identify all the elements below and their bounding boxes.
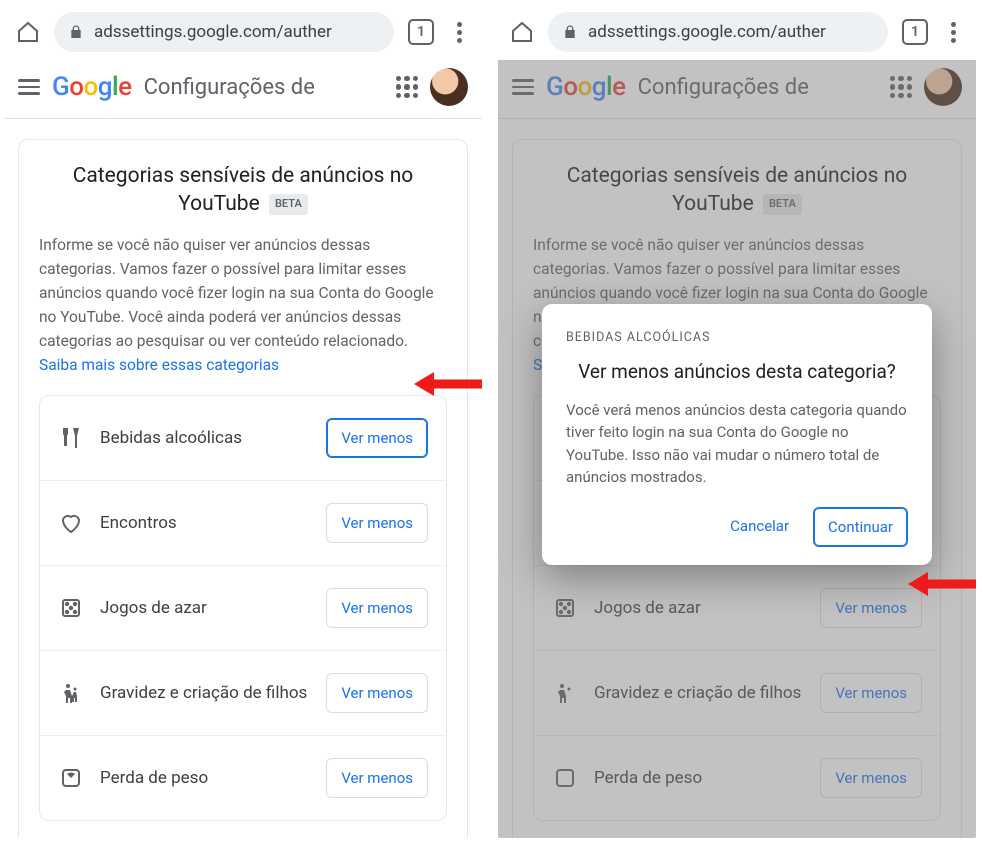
dialog-eyebrow: BEBIDAS ALCOÓLICAS bbox=[566, 330, 908, 345]
appbar: Google Configurações de bbox=[498, 60, 976, 119]
category-label: Jogos de azar bbox=[594, 597, 804, 619]
browser-topbar: adssettings.google.com/auther 1 bbox=[498, 4, 976, 60]
browser-topbar: adssettings.google.com/auther 1 bbox=[4, 4, 482, 60]
menu-icon[interactable] bbox=[512, 79, 534, 95]
google-logo: Google bbox=[52, 72, 132, 102]
heart-icon bbox=[58, 510, 84, 536]
phone-right: adssettings.google.com/auther 1 Google C… bbox=[498, 4, 976, 838]
beta-badge: BETA bbox=[269, 194, 308, 215]
see-less-button[interactable]: Ver menos bbox=[326, 588, 428, 628]
lock-icon bbox=[562, 24, 578, 40]
see-less-button[interactable]: Ver menos bbox=[326, 758, 428, 798]
overflow-menu-icon[interactable] bbox=[942, 22, 964, 43]
phone-left: adssettings.google.com/auther 1 Google C… bbox=[4, 4, 482, 838]
home-icon[interactable] bbox=[510, 20, 534, 44]
category-label: Perda de peso bbox=[594, 767, 804, 789]
category-row-gambling: Jogos de azar Ver menos bbox=[40, 565, 446, 650]
see-less-button[interactable]: Ver menos bbox=[820, 673, 922, 713]
apps-icon[interactable] bbox=[396, 76, 418, 98]
overflow-menu-icon[interactable] bbox=[448, 22, 470, 43]
see-less-button[interactable]: Ver menos bbox=[326, 503, 428, 543]
google-logo: Google bbox=[546, 72, 626, 102]
dialog-actions: Cancelar Continuar bbox=[566, 507, 908, 547]
dice-icon bbox=[58, 595, 84, 621]
section-title: Categorias sensíveis de anúncios no YouT… bbox=[533, 162, 941, 219]
category-label: Gravidez e criação de filhos bbox=[100, 682, 310, 704]
dialog-headline: Ver menos anúncios desta categoria? bbox=[566, 359, 908, 385]
category-row-weightloss: Perda de peso Ver menos bbox=[534, 735, 940, 820]
url-bar[interactable]: adssettings.google.com/auther bbox=[548, 12, 888, 52]
family-icon bbox=[552, 680, 578, 706]
menu-icon[interactable] bbox=[18, 79, 40, 95]
family-icon bbox=[58, 680, 84, 706]
url-text: adssettings.google.com/auther bbox=[588, 22, 826, 42]
tab-count[interactable]: 1 bbox=[408, 19, 434, 45]
see-less-button[interactable]: Ver menos bbox=[326, 418, 428, 458]
category-label: Jogos de azar bbox=[100, 597, 310, 619]
category-row-dating: Encontros Ver menos bbox=[40, 480, 446, 565]
apps-icon[interactable] bbox=[890, 76, 912, 98]
section-description: Informe se você não quiser ver anúncios … bbox=[39, 233, 447, 377]
alcohol-icon bbox=[58, 425, 84, 451]
category-row-gambling: Jogos de azar Ver menos bbox=[534, 565, 940, 650]
category-label: Gravidez e criação de filhos bbox=[594, 682, 804, 704]
url-bar[interactable]: adssettings.google.com/auther bbox=[54, 12, 394, 52]
dialog-body: Você verá menos anúncios desta categoria… bbox=[566, 399, 908, 489]
category-row-weightloss: Perda de peso Ver menos bbox=[40, 735, 446, 820]
home-icon[interactable] bbox=[16, 20, 40, 44]
avatar[interactable] bbox=[430, 68, 468, 106]
category-label: Bebidas alcoólicas bbox=[100, 427, 310, 449]
category-row-parenting: Gravidez e criação de filhos Ver menos bbox=[40, 650, 446, 735]
page-title: Configurações de bbox=[638, 75, 878, 100]
cancel-button[interactable]: Cancelar bbox=[716, 507, 803, 547]
appbar: Google Configurações de bbox=[4, 60, 482, 119]
section-title: Categorias sensíveis de anúncios no YouT… bbox=[39, 162, 447, 219]
category-label: Perda de peso bbox=[100, 767, 310, 789]
footnote: i O Google é uma das diversas redes de p… bbox=[533, 821, 941, 838]
scale-icon bbox=[552, 765, 578, 791]
see-less-button[interactable]: Ver menos bbox=[326, 673, 428, 713]
sensitive-categories-card: Categorias sensíveis de anúncios no YouT… bbox=[18, 139, 468, 838]
learn-more-link[interactable]: Saiba mais sobre essas categorias bbox=[39, 356, 279, 374]
category-row-alcohol: Bebidas alcoólicas Ver menos bbox=[40, 396, 446, 480]
category-list: Bebidas alcoólicas Ver menos Encontros V… bbox=[39, 395, 447, 821]
lock-icon bbox=[68, 24, 84, 40]
confirm-dialog: BEBIDAS ALCOÓLICAS Ver menos anúncios de… bbox=[542, 304, 932, 565]
annotation-arrow bbox=[412, 366, 482, 402]
category-label: Encontros bbox=[100, 512, 310, 534]
see-less-button[interactable]: Ver menos bbox=[820, 758, 922, 798]
url-text: adssettings.google.com/auther bbox=[94, 22, 332, 42]
avatar[interactable] bbox=[924, 68, 962, 106]
category-row-parenting: Gravidez e criação de filhos Ver menos bbox=[534, 650, 940, 735]
beta-badge: BETA bbox=[763, 194, 802, 215]
page-title: Configurações de bbox=[144, 75, 384, 100]
dice-icon bbox=[552, 595, 578, 621]
content-area: Categorias sensíveis de anúncios no YouT… bbox=[4, 119, 482, 838]
footnote: i O Google é uma das diversas redes de p… bbox=[39, 821, 447, 838]
annotation-arrow bbox=[906, 566, 976, 602]
scale-icon bbox=[58, 765, 84, 791]
continue-button[interactable]: Continuar bbox=[813, 507, 908, 547]
tab-count[interactable]: 1 bbox=[902, 19, 928, 45]
